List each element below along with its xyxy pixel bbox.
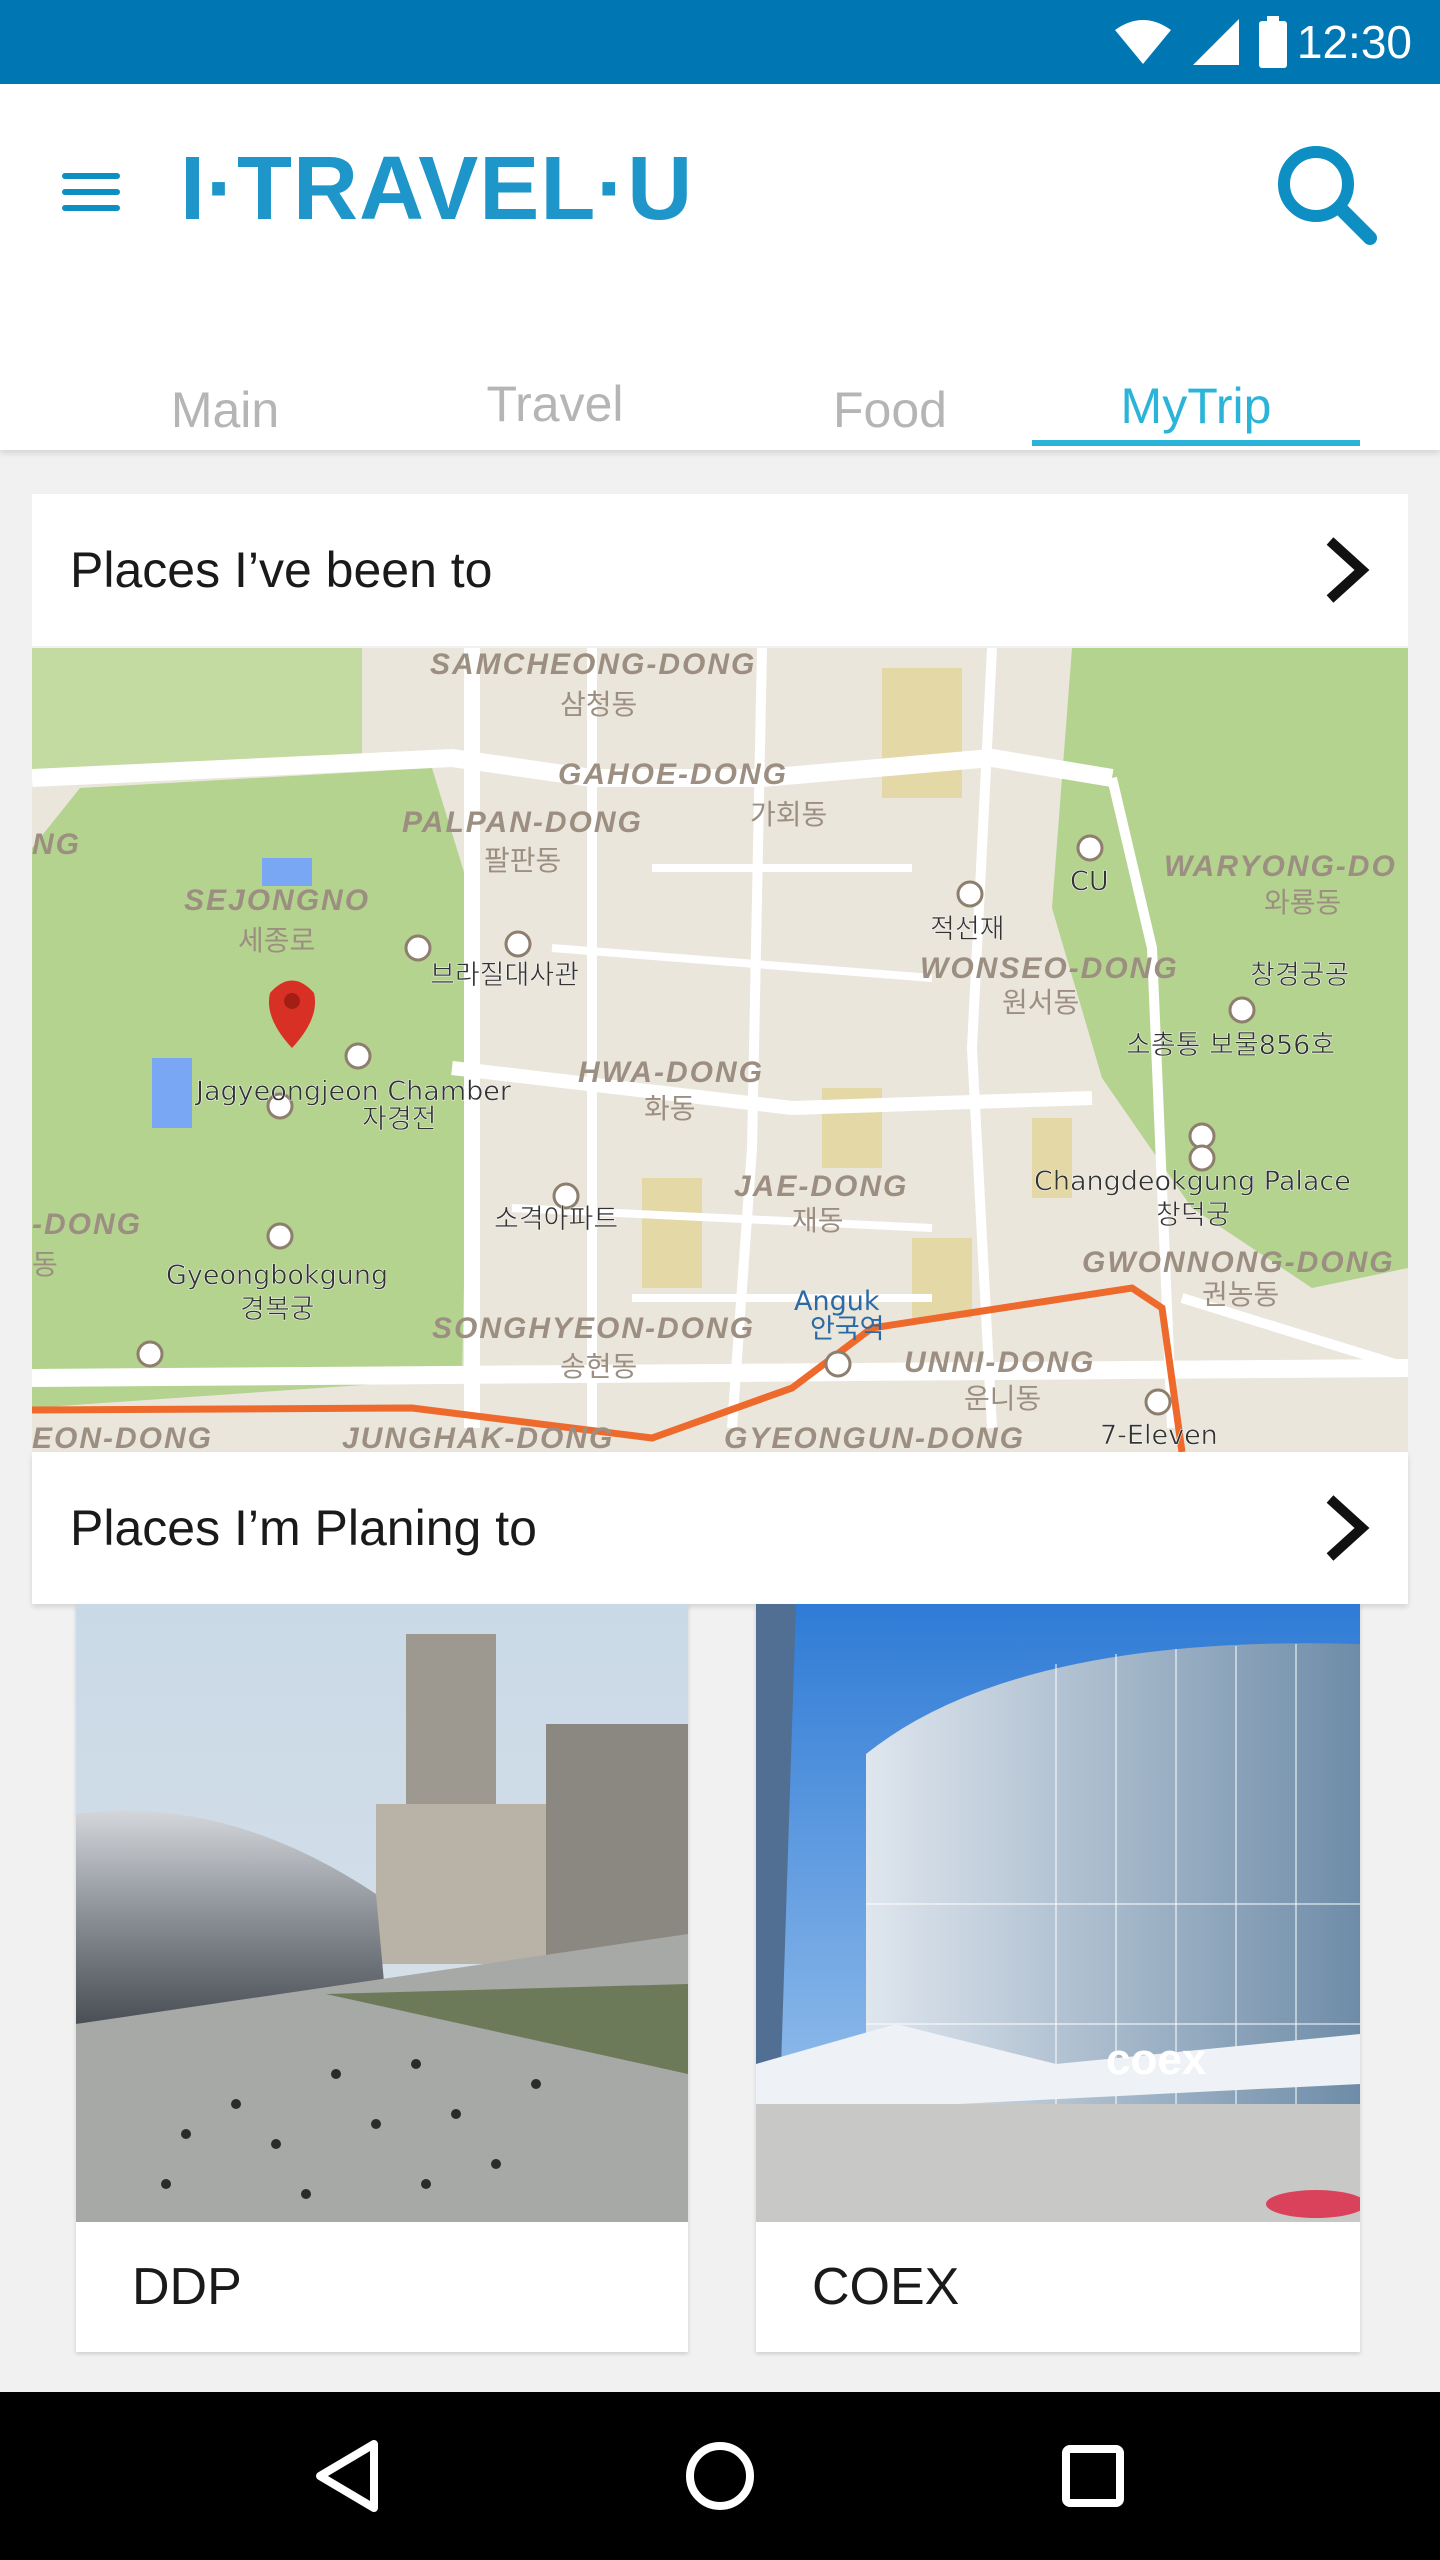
place-name: DDP [132, 2258, 242, 2316]
app-logo: I·TRAVEL·U [180, 139, 694, 239]
map-label: NG [32, 828, 81, 861]
signal-icon [1192, 19, 1239, 65]
map-label: SONGHYEON-DONG [432, 1312, 755, 1345]
map-label: 삼청동 [560, 688, 637, 721]
map-label: 원서동 [1002, 986, 1079, 1019]
map-label: SEJONGNO [184, 884, 370, 917]
places-been-header[interactable]: Places I’ve been to [32, 494, 1408, 646]
place-photo-coex: coex [756, 1604, 1360, 2222]
pond [152, 1058, 192, 1128]
place-name: COEX [812, 2258, 960, 2316]
map-view[interactable]: SAMCHEONG-DONG GAHOE-DONG PALPAN-DONG SE… [32, 648, 1408, 1452]
map-label: 소격아파트 [494, 1204, 618, 1235]
map-label: 적선재 [930, 914, 1005, 945]
map-label: HWA-DONG [578, 1056, 764, 1089]
map-label: 자경전 [362, 1104, 437, 1135]
map-label: GWONNONG-DONG [1082, 1246, 1395, 1279]
map-label: WONSEO-DONG [920, 952, 1179, 985]
map-label: JAE-DONG [734, 1170, 908, 1203]
map-label: Anguk [794, 1286, 880, 1317]
map-label: 팔판동 [484, 844, 561, 877]
menu-button[interactable] [52, 152, 132, 232]
wifi-icon [1114, 20, 1171, 64]
block [882, 668, 962, 798]
map-label: EON-DONG [32, 1422, 213, 1452]
tab-bar: Main Travel Food MyTrip [0, 360, 1440, 450]
status-time: 12:30 [1296, 16, 1412, 68]
map-label: 창덕궁 [1156, 1200, 1231, 1231]
map-label: 재동 [792, 1204, 844, 1237]
system-nav-bar [0, 2392, 1440, 2560]
map-label: 경복궁 [240, 1294, 315, 1325]
map-label: -DONG [32, 1208, 142, 1241]
places-planning-label: Places I’m Planing to [70, 1500, 537, 1556]
chevron-right-icon[interactable] [1316, 535, 1376, 605]
app-bar: I·TRAVEL·U Main Travel Food MyTrip [0, 84, 1440, 450]
place-card-ddp[interactable]: DDP [76, 1604, 688, 2352]
block [912, 1238, 972, 1318]
tab-mytrip[interactable]: MyTrip [1032, 356, 1360, 446]
map-label: WARYONG-DO [1164, 850, 1397, 883]
map-label: 송현동 [560, 1350, 637, 1383]
map-label: 소총통 보물856호 [1126, 1030, 1335, 1061]
back-button[interactable] [287, 2416, 407, 2536]
hamburger-line [62, 205, 120, 211]
home-button[interactable] [660, 2416, 780, 2536]
tab-indicator [1032, 440, 1360, 446]
block [642, 1178, 702, 1288]
coex-sign: coex [1106, 2035, 1207, 2084]
map-label: 안국역 [810, 1314, 885, 1345]
place-photo-ddp [76, 1604, 688, 2222]
map-label: 창경궁공 [1250, 960, 1349, 991]
map-label: CU [1070, 866, 1109, 897]
search-button[interactable] [1270, 138, 1380, 248]
tab-main[interactable]: Main [120, 360, 330, 450]
battery-icon [1258, 16, 1287, 68]
map-label: GAHOE-DONG [558, 758, 788, 791]
map-label: Changdeokgung Palace [1034, 1166, 1351, 1197]
map-label: GYEONGUN-DONG [724, 1422, 1025, 1452]
back-icon [315, 2440, 378, 2512]
map-label: 와룡동 [1264, 886, 1341, 919]
map-label: 화동 [644, 1092, 696, 1125]
chevron-right-icon[interactable] [1316, 1493, 1376, 1563]
map-label: 동 [32, 1248, 58, 1281]
map-label: Gyeongbokgung [166, 1260, 388, 1291]
map-label: Jagyeongjeon Chamber [194, 1076, 512, 1107]
map-label: 가회동 [750, 798, 827, 831]
search-icon [1278, 146, 1377, 245]
tab-travel[interactable]: Travel [440, 354, 670, 444]
map-label: 권농동 [1202, 1278, 1279, 1311]
home-icon [685, 2442, 754, 2510]
tab-food[interactable]: Food [780, 360, 1000, 450]
recents-icon [1062, 2445, 1125, 2507]
places-been-label: Places I’ve been to [70, 542, 493, 598]
hamburger-icon [62, 173, 120, 179]
map-label: PALPAN-DONG [402, 806, 643, 839]
recents-button[interactable] [1033, 2416, 1153, 2536]
map-label: JUNGHAK-DONG [342, 1422, 614, 1452]
pond-2 [262, 858, 312, 886]
status-bar: 12:30 [0, 0, 1440, 84]
map-label: SAMCHEONG-DONG [430, 648, 756, 681]
map-label: 브라질대사관 [430, 960, 579, 991]
map-label: 세종로 [238, 924, 315, 957]
map-label: 7-Eleven [1100, 1420, 1218, 1451]
place-card-coex[interactable]: coex COEX [756, 1604, 1360, 2352]
places-planning-header[interactable]: Places I’m Planing to [32, 1452, 1408, 1604]
map-label: UNNI-DONG [904, 1346, 1095, 1379]
map-label: 운니동 [964, 1382, 1041, 1415]
hamburger-line [62, 189, 120, 195]
